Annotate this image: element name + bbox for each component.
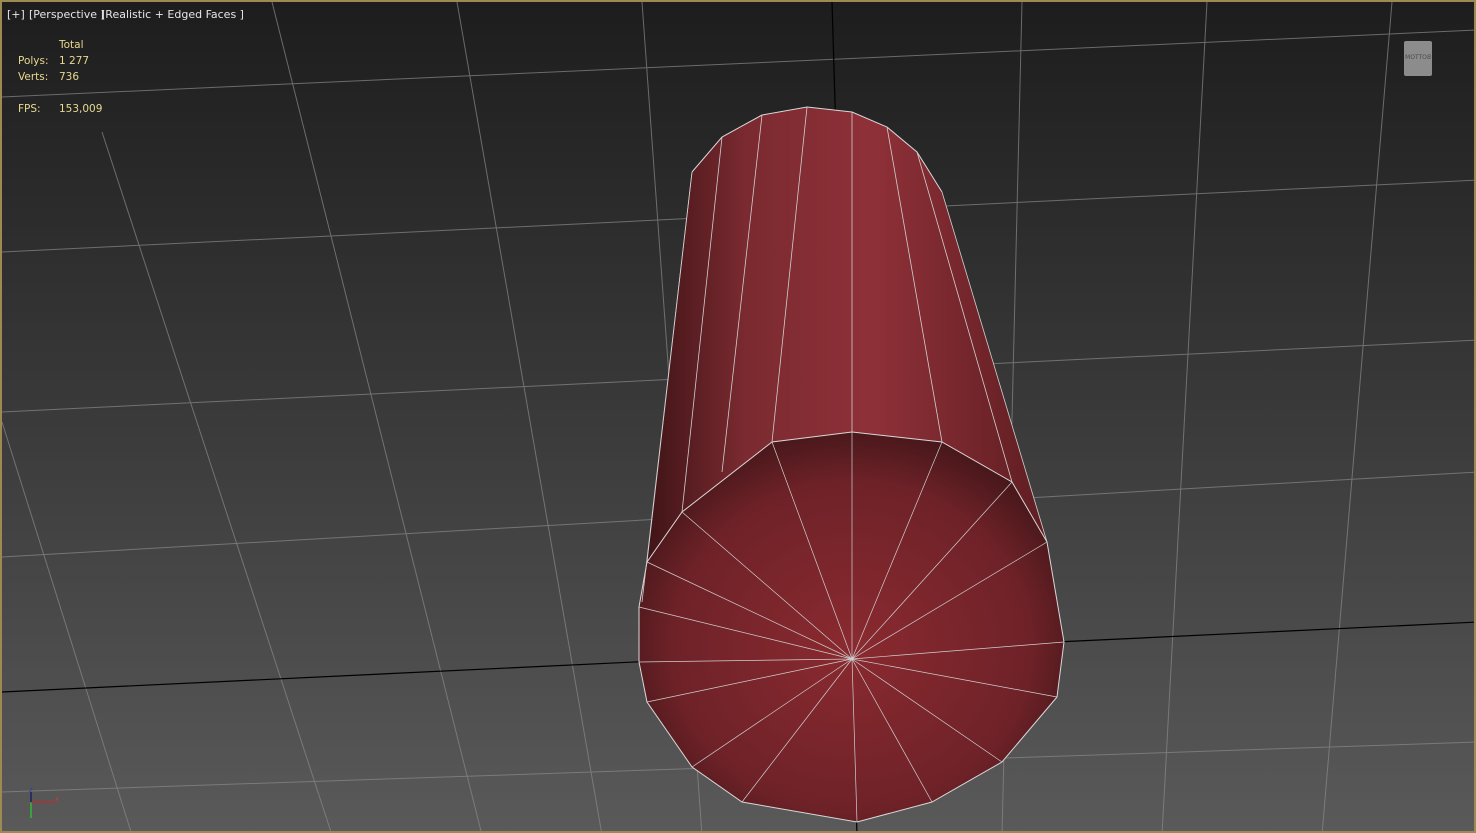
polys-value: 1 277 [59,55,90,67]
gizmo-x-label: x [55,795,59,803]
verts-label: Verts: [18,71,49,83]
viewport-scene[interactable] [2,2,1476,833]
gizmo-z-label: z [29,786,33,794]
viewcube-face-label: BOTTOM [1405,54,1431,61]
axis-tripod-icon: z x [29,786,59,818]
fps-label: FPS: [18,103,41,115]
perspective-viewport[interactable]: [+] [Perspective ] [Realistic + Edged Fa… [0,0,1476,833]
stats-header: Total [59,39,84,51]
viewport-shading-label[interactable]: [Realistic + Edged Faces ] [101,8,244,21]
viewport-menu-label[interactable]: [+] [7,8,25,21]
polys-label: Polys: [18,55,49,67]
viewport-view-label[interactable]: [Perspective ] [29,8,105,21]
viewcube[interactable]: BOTTOM [1404,41,1432,76]
verts-value: 736 [59,71,80,83]
fps-value: 153,009 [59,103,103,115]
